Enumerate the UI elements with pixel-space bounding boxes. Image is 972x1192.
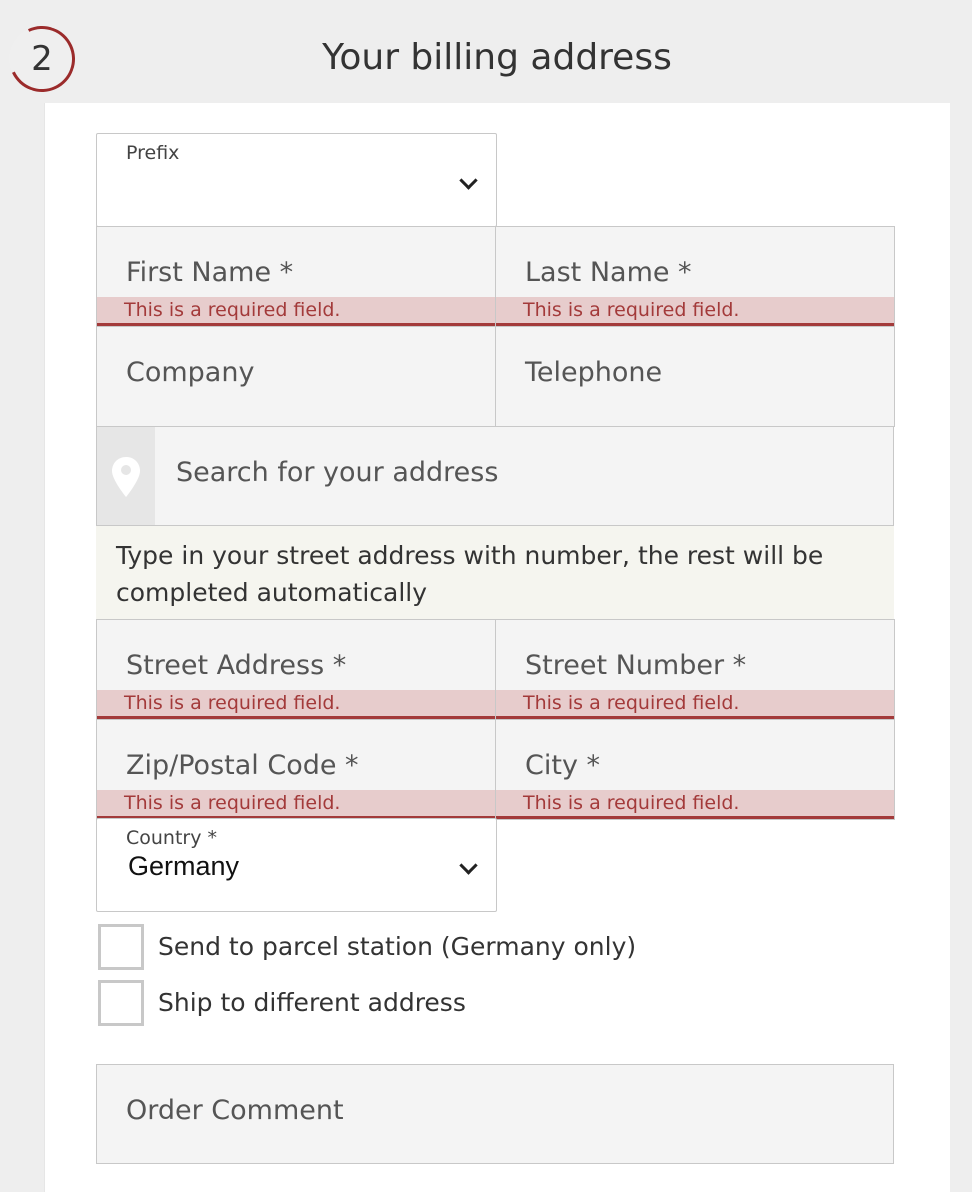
chevron-down-icon xyxy=(459,171,478,190)
city-field[interactable]: City * This is a required field. xyxy=(495,719,895,820)
telephone-label: Telephone xyxy=(525,357,663,388)
zip-error-bar: This is a required field. xyxy=(97,790,496,819)
address-search-placeholder: Search for your address xyxy=(176,457,499,488)
zip-field[interactable]: Zip/Postal Code * This is a required fie… xyxy=(96,719,497,820)
first-name-field[interactable]: First Name * This is a required field. xyxy=(96,226,497,327)
address-search-icon-area xyxy=(97,427,155,525)
company-field[interactable]: Company xyxy=(96,326,497,427)
step-number: 2 xyxy=(31,39,53,79)
street-number-label: Street Number * xyxy=(525,650,747,681)
country-select[interactable]: Country * Germany xyxy=(96,818,497,912)
street-number-error-bar: This is a required field. xyxy=(496,690,894,719)
street-address-field[interactable]: Street Address * This is a required fiel… xyxy=(96,619,497,720)
ship-different-option: Ship to different address xyxy=(98,980,698,1028)
section-title: Your billing address xyxy=(322,37,672,78)
city-label: City * xyxy=(525,750,601,781)
order-comment-label: Order Comment xyxy=(126,1095,344,1126)
parcel-station-label[interactable]: Send to parcel station (Germany only) xyxy=(158,932,636,961)
street-number-error: This is a required field. xyxy=(523,692,740,714)
address-search-input[interactable]: Search for your address xyxy=(96,426,894,526)
first-name-label: First Name * xyxy=(126,257,294,288)
first-name-error: This is a required field. xyxy=(124,299,341,321)
ship-different-checkbox[interactable] xyxy=(98,980,144,1026)
parcel-station-option: Send to parcel station (Germany only) xyxy=(98,924,698,972)
chevron-down-icon xyxy=(459,856,478,875)
ship-different-label[interactable]: Ship to different address xyxy=(158,988,466,1017)
street-number-field[interactable]: Street Number * This is a required field… xyxy=(495,619,895,720)
city-error-bar: This is a required field. xyxy=(496,790,894,819)
zip-error: This is a required field. xyxy=(124,792,341,814)
street-address-label: Street Address * xyxy=(126,650,347,681)
map-pin-icon xyxy=(112,457,140,497)
telephone-field[interactable]: Telephone xyxy=(495,326,895,427)
page-side-background-right xyxy=(950,0,972,1192)
last-name-label: Last Name * xyxy=(525,257,692,288)
street-address-error-bar: This is a required field. xyxy=(97,690,496,719)
address-hint: Type in your street address with number,… xyxy=(96,526,894,620)
parcel-station-checkbox[interactable] xyxy=(98,924,144,970)
company-label: Company xyxy=(126,357,255,388)
city-error: This is a required field. xyxy=(523,792,740,814)
first-name-error-bar: This is a required field. xyxy=(97,297,496,326)
country-label: Country * xyxy=(126,827,218,849)
last-name-error-bar: This is a required field. xyxy=(496,297,894,326)
page-side-background xyxy=(0,0,45,1192)
prefix-label: Prefix xyxy=(126,142,180,164)
billing-section-header: Your billing address xyxy=(44,13,950,103)
zip-label: Zip/Postal Code * xyxy=(126,750,359,781)
street-address-error: This is a required field. xyxy=(124,692,341,714)
previous-section-edge xyxy=(44,0,950,13)
country-value: Germany xyxy=(128,851,240,881)
prefix-select[interactable]: Prefix xyxy=(96,133,497,227)
last-name-field[interactable]: Last Name * This is a required field. xyxy=(495,226,895,327)
order-comment-field[interactable]: Order Comment xyxy=(96,1064,894,1164)
last-name-error: This is a required field. xyxy=(523,299,740,321)
